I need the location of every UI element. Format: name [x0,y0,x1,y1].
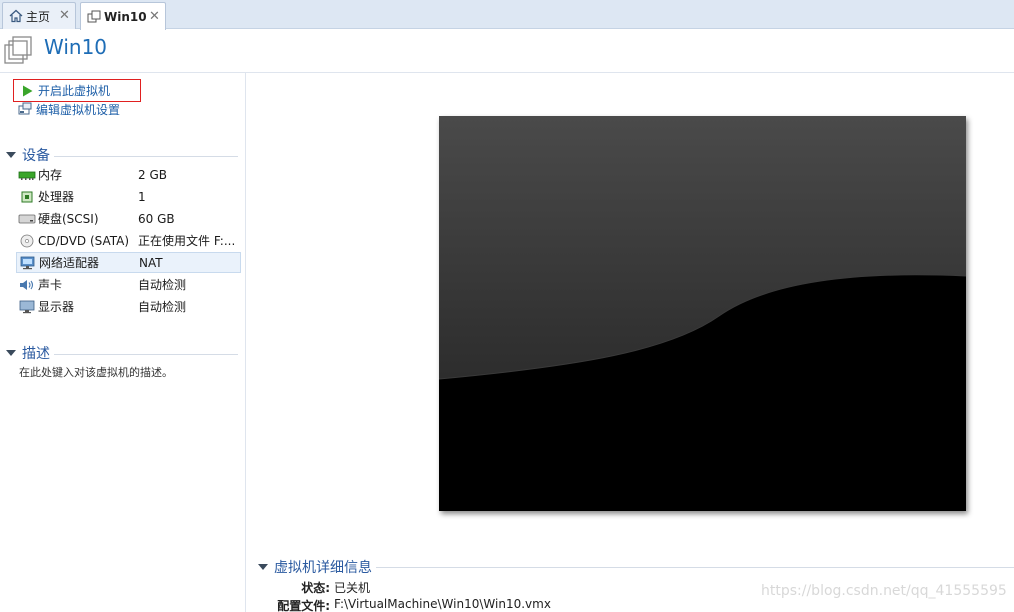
device-row-network-adapter[interactable]: 网络适配器 NAT [16,252,241,273]
devices-section-header[interactable]: 设备 [6,145,238,165]
detail-row-status: 状态: 已关机 [248,579,748,596]
device-row-memory[interactable]: 内存 2 GB [16,164,241,185]
divider [54,155,238,157]
vm-icon [87,10,101,22]
device-value: 60 GB [138,211,175,226]
device-name: 硬盘(SCSI) [38,212,99,226]
device-value: 自动检测 [138,278,187,292]
vm-icon [4,36,32,64]
page-title: Win10 [44,35,108,59]
device-value: 1 [138,189,146,204]
memory-icon [18,171,36,180]
devices-heading: 设备 [22,148,50,164]
play-icon [23,85,33,96]
description-heading: 描述 [22,346,50,362]
device-value: 自动检测 [138,300,187,314]
collapse-icon [6,152,16,158]
watermark: https://blog.csdn.net/qq_41555595 [761,583,1007,599]
device-name: 网络适配器 [39,256,100,270]
device-name: 内存 [38,168,63,182]
tab-win10[interactable]: Win10 ✕ [80,2,166,30]
device-row-cd-dvd[interactable]: CD/DVD (SATA) 正在使用文件 F:... [16,230,241,251]
left-panel: 开启此虚拟机 编辑虚拟机设置 设备 内存 2 GB 处理器 1 硬盘(SCSI)… [0,73,246,612]
config-value: F:\VirtualMachine\Win10\Win10.vmx [334,597,551,611]
device-value: 正在使用文件 F:... [138,234,236,248]
device-value: NAT [139,255,163,270]
device-name: 声卡 [38,278,63,292]
details-heading: 虚拟机详细信息 [274,560,372,576]
device-row-hard-disk[interactable]: 硬盘(SCSI) 60 GB [16,208,241,229]
vm-preview-thumbnail[interactable] [439,116,966,511]
tab-bar: 主页 ✕ Win10 ✕ [0,0,1014,30]
edit-settings-button[interactable]: 编辑虚拟机设置 [18,100,120,118]
power-on-button[interactable]: 开启此虚拟机 [13,79,141,102]
network-adapter-icon [20,256,35,269]
device-row-sound-card[interactable]: 声卡 自动检测 [16,274,241,295]
status-label: 状态: [301,581,330,595]
hard-disk-icon [18,214,36,223]
power-on-label: 开启此虚拟机 [38,84,111,98]
detail-row-config: 配置文件: F:\VirtualMachine\Win10\Win10.vmx [248,597,748,612]
settings-icon [18,102,32,115]
home-icon [9,9,23,23]
device-row-display[interactable]: 显示器 自动检测 [16,296,241,317]
edit-settings-label: 编辑虚拟机设置 [36,102,121,117]
collapse-icon [6,350,16,356]
tab-home-label: 主页 [26,9,51,24]
cd-dvd-icon [20,234,34,247]
device-name: 显示器 [38,300,75,314]
details-section-header[interactable]: 虚拟机详细信息 [258,557,1014,577]
device-value: 2 GB [138,167,167,182]
sound-card-icon [20,279,34,290]
device-name: CD/DVD (SATA) [38,233,130,248]
device-name: 处理器 [38,190,75,204]
title-area: Win10 [0,29,1014,73]
tab-home[interactable]: 主页 ✕ [2,2,76,29]
config-label: 配置文件: [277,599,330,612]
divider [54,353,238,355]
description-text[interactable]: 在此处键入对该虚拟机的描述。 [19,364,173,380]
divider [376,566,1014,568]
tab-win10-label: Win10 [104,9,147,24]
status-value: 已关机 [334,581,371,595]
device-row-processor[interactable]: 处理器 1 [16,186,241,207]
processor-icon [21,191,33,202]
collapse-icon [258,564,268,570]
close-icon[interactable]: ✕ [59,9,70,22]
close-icon[interactable]: ✕ [149,10,160,23]
description-section-header[interactable]: 描述 [6,343,238,363]
display-icon [19,300,35,313]
